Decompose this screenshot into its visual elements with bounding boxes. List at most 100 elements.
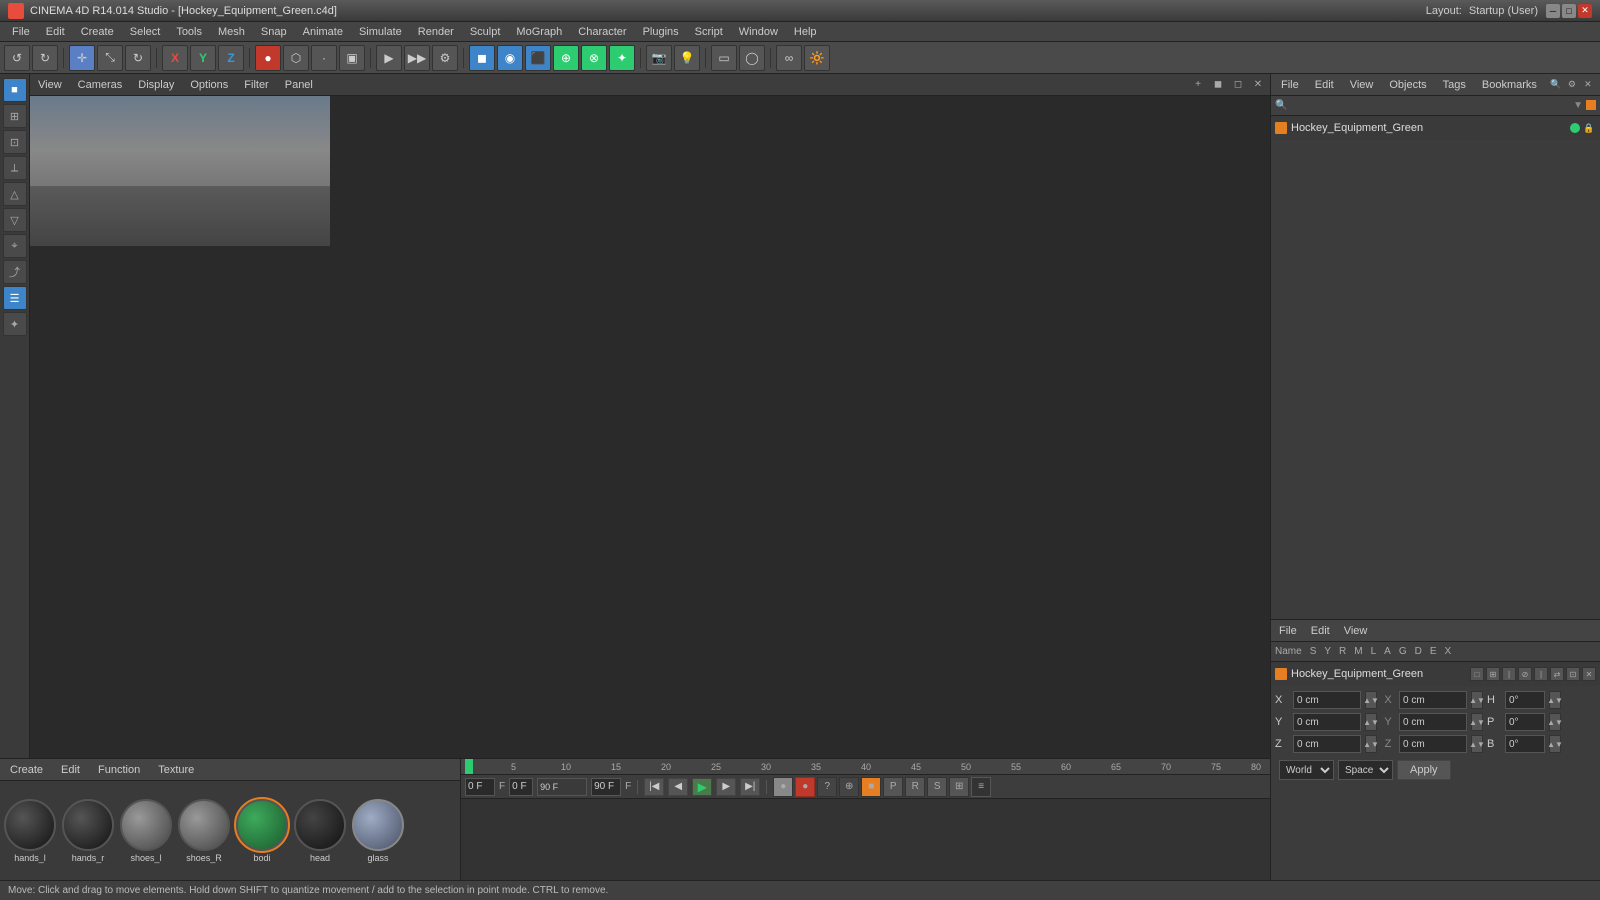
keyframe-rot-btn[interactable]: R xyxy=(905,777,925,797)
coord-z-spin[interactable]: ▲▼ xyxy=(1365,735,1377,753)
z-axis-btn[interactable]: Z xyxy=(218,45,244,71)
attr-icon-7[interactable]: ⊡ xyxy=(1566,667,1580,681)
vp-menu-panel[interactable]: Panel xyxy=(281,77,317,93)
coord-h-spin[interactable]: ▲▼ xyxy=(1549,691,1561,709)
y-axis-btn[interactable]: Y xyxy=(190,45,216,71)
undo-button[interactable]: ↺ xyxy=(4,45,30,71)
coord-y-spin[interactable]: ▲▼ xyxy=(1365,713,1377,731)
vp-menu-cameras[interactable]: Cameras xyxy=(74,77,127,93)
step-forward-btn[interactable]: ▶ xyxy=(716,778,736,796)
texture-side-btn[interactable]: ⊡ xyxy=(3,130,27,154)
attr-icon-4[interactable]: ⊘ xyxy=(1518,667,1532,681)
sky-btn[interactable]: ◯ xyxy=(739,45,765,71)
object-cube-btn[interactable]: ◼ xyxy=(469,45,495,71)
coord-b-spin[interactable]: ▲▼ xyxy=(1549,735,1561,753)
obj-menu-objects[interactable]: Objects xyxy=(1385,78,1430,92)
camera-btn[interactable]: 📷 xyxy=(646,45,672,71)
menu-window[interactable]: Window xyxy=(731,24,786,40)
pyramid-side-btn[interactable]: △ xyxy=(3,182,27,206)
mat-menu-edit[interactable]: Edit xyxy=(55,763,86,777)
deformer-btn[interactable]: ⊗ xyxy=(581,45,607,71)
coord-y-input[interactable] xyxy=(1293,713,1361,731)
obj-lock-icon[interactable]: 🔒 xyxy=(1582,121,1596,135)
mat-menu-texture[interactable]: Texture xyxy=(152,763,200,777)
render-view-btn[interactable]: ▶ xyxy=(376,45,402,71)
magnet-btn[interactable]: ∞ xyxy=(776,45,802,71)
obj-menu-edit[interactable]: Edit xyxy=(1311,78,1338,92)
vp-icon-4[interactable]: ✕ xyxy=(1250,77,1266,93)
edge-mode-btn[interactable]: ⬡ xyxy=(283,45,309,71)
render-settings-btn[interactable]: ⚙ xyxy=(432,45,458,71)
menu-mesh[interactable]: Mesh xyxy=(210,24,253,40)
coord-z2-spin[interactable]: ▲▼ xyxy=(1471,735,1483,753)
space-select[interactable]: Space xyxy=(1338,760,1393,780)
obj-close-icon[interactable]: ✕ xyxy=(1581,78,1595,92)
move-tool-button[interactable]: ✛ xyxy=(69,45,95,71)
vp-menu-view[interactable]: View xyxy=(34,77,66,93)
mat-menu-create[interactable]: Create xyxy=(4,763,49,777)
object-cyl-btn[interactable]: ⬛ xyxy=(525,45,551,71)
coord-p-spin[interactable]: ▲▼ xyxy=(1549,713,1561,731)
keyframe-obj-btn[interactable]: ■ xyxy=(861,777,881,797)
keyframe-add-btn[interactable]: ⊕ xyxy=(839,777,859,797)
obj-search-icon[interactable]: 🔍 xyxy=(1549,78,1563,92)
material-item-glass[interactable]: glass xyxy=(352,799,404,863)
coord-h-input[interactable] xyxy=(1505,691,1545,709)
object-mode-btn[interactable]: ● xyxy=(255,45,281,71)
object-sphere-btn[interactable]: ◉ xyxy=(497,45,523,71)
obj-menu-view[interactable]: View xyxy=(1346,78,1378,92)
attr-icon-x[interactable]: ✕ xyxy=(1582,667,1596,681)
play-btn[interactable]: ▶ xyxy=(692,778,712,796)
paint-side-btn[interactable]: ⤴ xyxy=(3,260,27,284)
polygon-mode-btn[interactable]: ▣ xyxy=(339,45,365,71)
timeline-playhead[interactable] xyxy=(465,759,473,775)
move-side-btn[interactable]: ⟂ xyxy=(3,156,27,180)
attr-menu-view[interactable]: View xyxy=(1340,624,1372,638)
keyframe-prm-btn[interactable]: ⊞ xyxy=(949,777,969,797)
attr-icon-5[interactable]: | xyxy=(1534,667,1548,681)
coord-p-input[interactable] xyxy=(1505,713,1545,731)
attr-icon-3[interactable]: | xyxy=(1502,667,1516,681)
coord-x2-spin[interactable]: ▲▼ xyxy=(1471,691,1483,709)
object-mode-side-btn[interactable]: ■ xyxy=(3,78,27,102)
record-btn[interactable]: ● xyxy=(795,777,815,797)
skip-to-end-btn[interactable]: ▶| xyxy=(740,778,760,796)
vp-icon-2[interactable]: ◼ xyxy=(1210,77,1226,93)
keyframe-pos-btn[interactable]: P xyxy=(883,777,903,797)
vp-icon-3[interactable]: ◻ xyxy=(1230,77,1246,93)
material-sphere-shoes-l[interactable] xyxy=(120,799,172,851)
material-sphere-hands-r[interactable] xyxy=(62,799,114,851)
menu-file[interactable]: File xyxy=(4,24,38,40)
vp-icon-1[interactable]: + xyxy=(1190,77,1206,93)
attr-menu-edit[interactable]: Edit xyxy=(1307,624,1334,638)
obj-menu-tags[interactable]: Tags xyxy=(1439,78,1470,92)
grid-side-btn[interactable]: ⊞ xyxy=(3,104,27,128)
floor-btn[interactable]: ▭ xyxy=(711,45,737,71)
coord-y2-spin[interactable]: ▲▼ xyxy=(1471,713,1483,731)
menu-simulate[interactable]: Simulate xyxy=(351,24,410,40)
coord-b-input[interactable] xyxy=(1505,735,1545,753)
frame-end-input[interactable] xyxy=(591,778,621,796)
material-sphere-shoes-r[interactable] xyxy=(178,799,230,851)
material-item-head[interactable]: head xyxy=(294,799,346,863)
coord-x-spin[interactable]: ▲▼ xyxy=(1365,691,1377,709)
autokey-btn[interactable]: ● xyxy=(773,777,793,797)
coord-x-input[interactable] xyxy=(1293,691,1361,709)
help-btn[interactable]: ? xyxy=(817,777,837,797)
minimize-button[interactable]: ─ xyxy=(1546,4,1560,18)
menu-script[interactable]: Script xyxy=(687,24,731,40)
array-btn[interactable]: ✦ xyxy=(609,45,635,71)
frame-current-input[interactable] xyxy=(509,778,533,796)
menu-edit[interactable]: Edit xyxy=(38,24,73,40)
attr-object-row[interactable]: Hockey_Equipment_Green □ ⊞ | ⊘ | ⇄ ⊡ ✕ xyxy=(1271,662,1600,686)
x-axis-btn[interactable]: X xyxy=(162,45,188,71)
obj-menu-file[interactable]: File xyxy=(1277,78,1303,92)
step-back-btn[interactable]: ◀ xyxy=(668,778,688,796)
menu-help[interactable]: Help xyxy=(786,24,825,40)
menu-character[interactable]: Character xyxy=(570,24,634,40)
obj-menu-bookmarks[interactable]: Bookmarks xyxy=(1478,78,1541,92)
boole-btn[interactable]: ⊕ xyxy=(553,45,579,71)
coord-y2-input[interactable] xyxy=(1399,713,1467,731)
attr-menu-file[interactable]: File xyxy=(1275,624,1301,638)
coord-z2-input[interactable] xyxy=(1399,735,1467,753)
